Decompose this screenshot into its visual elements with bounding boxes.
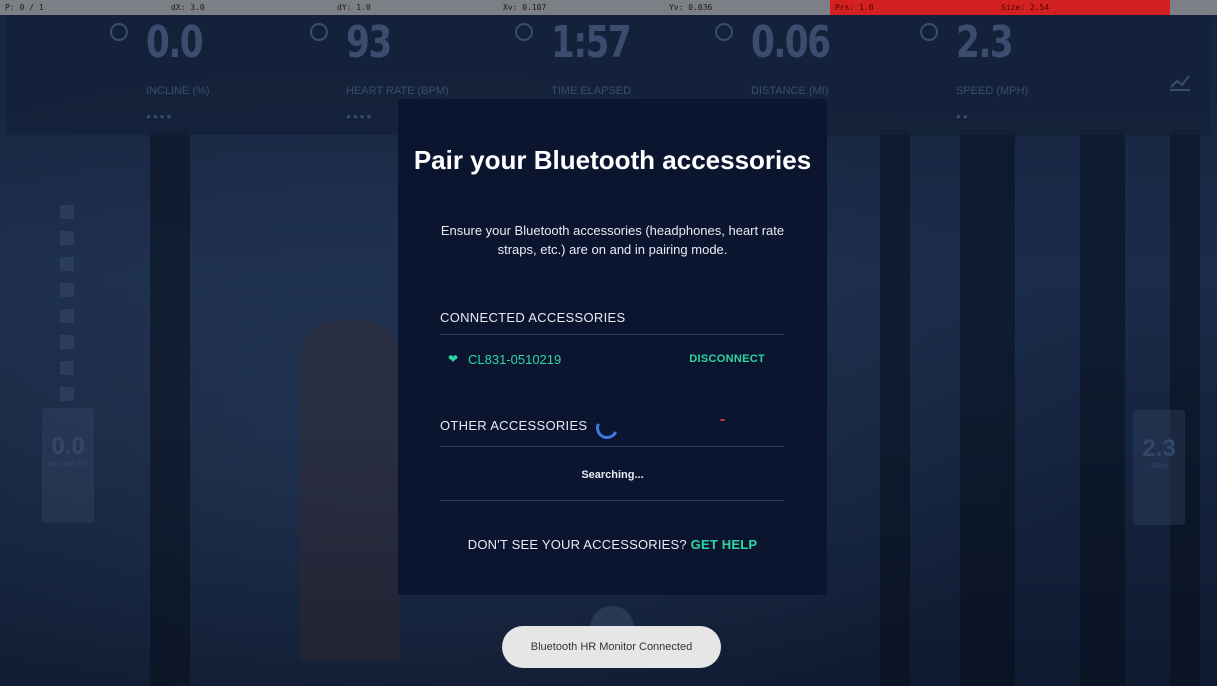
other-accessories-title: OTHER ACCESSORIES bbox=[440, 418, 588, 433]
debug-pointer: P: 0 / 1 bbox=[5, 3, 44, 12]
chart-icon[interactable] bbox=[1169, 73, 1191, 91]
stat-value: 1:57 bbox=[551, 17, 632, 68]
runner-silhouette bbox=[300, 320, 400, 660]
modal-description: Ensure your Bluetooth accessories (headp… bbox=[440, 223, 785, 257]
divider bbox=[440, 446, 785, 447]
incline-icon bbox=[110, 23, 128, 41]
divider bbox=[440, 500, 785, 501]
background-tree bbox=[1080, 130, 1125, 686]
stat-label: INCLINE (%) bbox=[146, 85, 210, 97]
modal-title: Pair your Bluetooth accessories bbox=[413, 145, 812, 175]
connected-accessories-title: CONNECTED ACCESSORIES bbox=[440, 310, 626, 325]
stat-label: SPEED (MPH) bbox=[956, 85, 1029, 97]
stat-dots: ●● bbox=[956, 112, 970, 121]
speed-side-card: 2.3 MPH bbox=[1133, 410, 1185, 525]
get-help-link[interactable]: GET HELP bbox=[691, 537, 758, 552]
indicator-mark bbox=[720, 419, 725, 421]
stat-label: HEART RATE (BPM) bbox=[346, 85, 449, 97]
stat-speed: 2.3 SPEED (MPH) ●● bbox=[920, 15, 1156, 135]
debug-xv: Xv: 0.107 bbox=[503, 3, 547, 12]
stat-value: 2.3 bbox=[956, 17, 1014, 68]
connection-toast: Bluetooth HR Monitor Connected bbox=[502, 626, 721, 668]
stat-label: TIME ELAPSED bbox=[551, 85, 632, 97]
stat-dots: ●●●● bbox=[146, 112, 174, 121]
help-line: DON'T SEE YOUR ACCESSORIES? GET HELP bbox=[398, 537, 827, 552]
searching-status: Searching... bbox=[581, 469, 644, 481]
help-text: DON'T SEE YOUR ACCESSORIES? bbox=[467, 537, 687, 552]
bluetooth-pairing-modal: Pair your Bluetooth accessories Ensure y… bbox=[398, 99, 827, 595]
stat-value: 93 bbox=[346, 17, 392, 68]
connected-device-row: ❤ CL831-0510219 DISCONNECT bbox=[440, 349, 785, 373]
side-incline-label: INCLINE (%) bbox=[47, 461, 89, 468]
background-tree bbox=[1170, 130, 1200, 686]
background-tree bbox=[880, 130, 910, 686]
stat-dots: ●●●● bbox=[346, 112, 374, 121]
side-speed-label: MPH bbox=[1151, 463, 1167, 470]
heart-rate-icon: ❤ bbox=[448, 352, 459, 366]
debug-yv: Yv: 0.036 bbox=[669, 3, 713, 12]
side-speed-value: 2.3 bbox=[1142, 435, 1176, 462]
stat-label: DISTANCE (MI) bbox=[751, 85, 829, 97]
debug-dy: dY: 1.0 bbox=[337, 3, 371, 12]
debug-size: Size: 2.54 bbox=[996, 0, 1170, 15]
clock-icon bbox=[515, 23, 533, 41]
distance-icon bbox=[715, 23, 733, 41]
background-tree bbox=[150, 130, 190, 686]
workout-screen: P: 0 / 1 dX: 3.0 dY: 1.0 Xv: 0.107 Yv: 0… bbox=[0, 0, 1217, 686]
side-incline-value: 0.0 bbox=[51, 433, 85, 460]
background-tree bbox=[960, 130, 1015, 686]
stat-value: 0.06 bbox=[751, 17, 831, 68]
loading-spinner-icon bbox=[592, 413, 622, 443]
debug-dx: dX: 3.0 bbox=[171, 3, 205, 12]
pointer-debug-bar: P: 0 / 1 dX: 3.0 dY: 1.0 Xv: 0.107 Yv: 0… bbox=[0, 0, 1217, 15]
disconnect-button[interactable]: DISCONNECT bbox=[689, 353, 765, 365]
device-name: CL831-0510219 bbox=[468, 352, 562, 367]
debug-pressure: Prs: 1.0 bbox=[830, 0, 996, 15]
speed-icon bbox=[920, 23, 938, 41]
heart-icon bbox=[310, 23, 328, 41]
divider bbox=[440, 334, 785, 335]
stat-value: 0.0 bbox=[146, 17, 204, 68]
incline-side-card: 0.0 INCLINE (%) bbox=[42, 408, 94, 523]
incline-ladder[interactable] bbox=[60, 205, 76, 405]
